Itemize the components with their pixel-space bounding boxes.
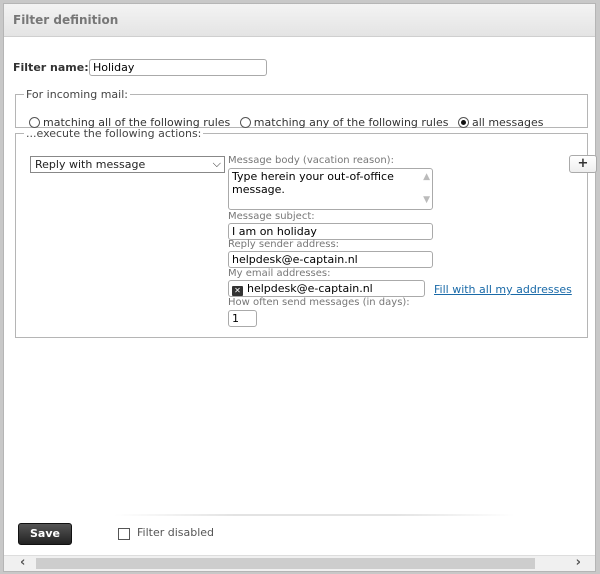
dialog-title: Filter definition [13, 13, 119, 27]
scroll-up-icon[interactable]: ▲ [423, 171, 430, 184]
frequency-label: How often send messages (in days): [228, 297, 410, 308]
filter-name-label: Filter name: [13, 61, 89, 74]
sender-label: Reply sender address: [228, 239, 340, 250]
message-body-textarea[interactable]: Type herein your out-of-office message. … [228, 168, 433, 210]
scroll-right-icon[interactable]: › [576, 555, 581, 570]
horizontal-scrollbar[interactable]: ‹ › [4, 555, 595, 571]
body-label: Message body (vacation reason): [228, 155, 394, 166]
scroll-down-icon[interactable]: ▼ [423, 194, 430, 207]
scroll-left-icon[interactable]: ‹ [20, 555, 25, 570]
add-action-button[interactable]: + [569, 155, 597, 173]
subject-label: Message subject: [228, 211, 315, 222]
dialog-header: Filter definition [4, 4, 595, 37]
filter-disabled-checkbox[interactable] [118, 528, 130, 540]
filter-name-input[interactable] [89, 59, 267, 76]
filter-disabled-label: Filter disabled [137, 526, 215, 539]
my-addresses-label: My email addresses: [228, 268, 331, 279]
chevron-down-icon: ⌵ [212, 157, 221, 170]
actions-legend: ...execute the following actions: [26, 127, 202, 140]
save-button[interactable]: Save [18, 523, 72, 545]
sender-address-input[interactable] [228, 251, 433, 268]
frequency-input[interactable] [228, 310, 257, 327]
subject-input[interactable] [228, 223, 433, 240]
my-addresses-input[interactable]: ✕ helpdesk@e-captain.nl [228, 280, 425, 297]
incoming-mail-legend: For incoming mail: [26, 88, 128, 101]
remove-address-icon[interactable]: ✕ [232, 286, 243, 296]
filter-definition-dialog: Filter definition Filter name: For incom… [3, 3, 597, 572]
scrollbar-thumb[interactable] [36, 558, 535, 569]
incoming-mail-group: For incoming mail: matching all of the f… [15, 88, 588, 129]
action-type-select[interactable]: Reply with message ⌵ [30, 156, 225, 173]
divider [114, 514, 515, 516]
fill-all-addresses-link[interactable]: Fill with all my addresses [434, 283, 572, 296]
